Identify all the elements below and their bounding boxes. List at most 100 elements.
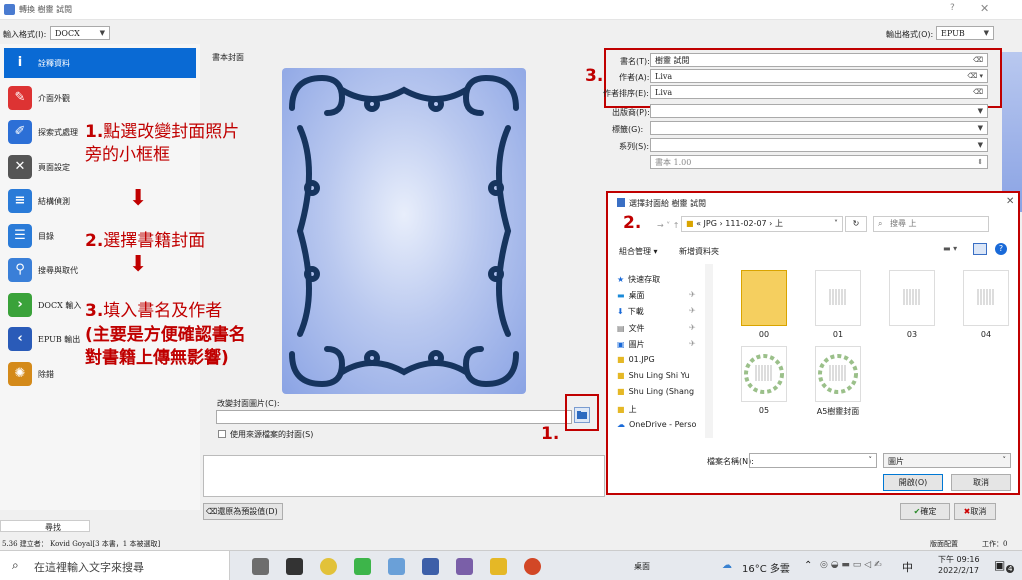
search-tab[interactable]: 尋找 xyxy=(0,520,90,532)
arrow-down-icon: ⬇ xyxy=(129,186,148,211)
marker-3: 3. xyxy=(585,66,604,86)
close-button[interactable]: ✕ xyxy=(980,2,989,15)
cover-path-input[interactable] xyxy=(216,410,572,424)
input-format-select[interactable]: DOCX ▼ xyxy=(50,26,110,40)
file-explorer-icon[interactable] xyxy=(490,558,507,575)
ime-indicator[interactable]: 中 xyxy=(902,559,913,575)
sidebar-item-4[interactable]: ≡ 結構偵測 xyxy=(4,186,196,216)
right-preview-strip xyxy=(1002,52,1022,212)
publisher-label: 出版商(P): xyxy=(612,108,650,117)
chevron-down-icon: ▼ xyxy=(977,141,983,149)
clear-icon[interactable]: ⌫ ▾ xyxy=(967,71,983,82)
window-title: 轉換 樹靈 試閱 xyxy=(19,5,73,14)
series-label: 系列(S): xyxy=(619,142,650,151)
chevron-right-icon: › xyxy=(8,292,32,317)
output-format-select[interactable]: EPUB ▼ xyxy=(936,26,994,40)
description-area[interactable] xyxy=(203,455,605,497)
sidebar-item-6[interactable]: ⚲ 搜尋與取代 xyxy=(4,255,196,285)
layout-button[interactable]: 版面配置 xyxy=(930,539,958,549)
task-view-icon[interactable] xyxy=(252,558,269,575)
book-number-value: 書本 1.00 xyxy=(655,158,692,167)
clear-icon[interactable]: ⌫ xyxy=(973,55,983,66)
annotation-step3-text: 填入書名及作者 xyxy=(103,301,223,321)
use-source-cover-label: 使用來源檔案的封面(S) xyxy=(230,430,314,439)
jobs-indicator[interactable]: 工作：0 xyxy=(982,539,1007,549)
notification-count: 4 xyxy=(1006,565,1015,573)
browse-cover-button[interactable] xyxy=(574,407,590,423)
status-text: 5.36 建立者： Kovid Goyal[3 本書，1 本被選取] xyxy=(2,540,161,548)
input-format-label: 輸入格式(I): xyxy=(3,30,47,39)
calibre-editor-icon[interactable] xyxy=(456,558,473,575)
author-sort-value: Liva xyxy=(655,88,673,97)
sidebar-item-label: 探索式處理 xyxy=(38,128,78,137)
app-icon xyxy=(4,4,15,15)
ok-label: 確定 xyxy=(920,507,937,516)
author-input[interactable]: Liva ⌫ ▾ xyxy=(650,69,988,83)
author-value: Liva xyxy=(655,72,673,81)
sidebar-item-label: 頁面設定 xyxy=(38,162,70,172)
chevron-left-icon: ‹ xyxy=(8,327,32,351)
terminal-icon[interactable] xyxy=(286,558,303,575)
tray-chevron-up-icon[interactable]: ⌃ xyxy=(804,560,812,571)
annotation-step2-number: 2. xyxy=(85,231,104,251)
sidebar-item-label: EPUB 輸出 xyxy=(38,335,81,344)
author-sort-input[interactable]: Liva ⌫ xyxy=(650,85,988,99)
weather-text[interactable]: 16°C 多雲 xyxy=(742,560,790,575)
title-input[interactable]: 樹靈 試閱 ⌫ xyxy=(650,53,988,67)
chrome-icon[interactable] xyxy=(320,558,337,575)
spinner-icon[interactable]: ⇕ xyxy=(977,157,983,168)
document-edit-icon: ✐ xyxy=(8,120,32,144)
annotation-step3: 3.填入書名及作者 xyxy=(85,300,222,322)
title-value: 樹靈 試閱 xyxy=(655,56,690,65)
annotation-step2-text: 選擇書籍封面 xyxy=(103,231,206,251)
series-input[interactable]: ▼ xyxy=(650,138,988,152)
folder-open-icon xyxy=(577,411,587,419)
cancel-label: 取消 xyxy=(970,507,987,516)
taskbar-search[interactable]: ⌕ 在這裡輸入文字來搜尋 xyxy=(0,551,230,580)
ok-button[interactable]: ✔確定 xyxy=(900,503,950,520)
clock-time[interactable]: 下午 09:16 xyxy=(938,554,980,565)
cover-image xyxy=(282,68,526,394)
title-label: 書名(T): xyxy=(620,57,650,66)
calibre-icon[interactable] xyxy=(422,558,439,575)
tray-icons[interactable]: ◎ ◒ ▬ ▭ ◁ ✍ xyxy=(820,560,881,570)
line-icon[interactable] xyxy=(354,558,371,575)
sidebar-item-1[interactable]: ✎ 介面外觀 xyxy=(4,83,196,113)
reset-icon: ⌫ xyxy=(206,507,218,516)
search-icon: ⌕ xyxy=(12,558,19,572)
magnifier-icon: ⚲ xyxy=(8,258,32,282)
desktop-toolbar[interactable]: 桌面 xyxy=(634,561,650,572)
powerpoint-icon[interactable] xyxy=(524,558,541,575)
sidebar: i 詮釋資料 ✎ 介面外觀 ✐ 探索式處理 ✕ 頁面設定 ≡ 結構偵測 ☰ 目錄 ⚲ 搜尋與取代 › DOCX… xyxy=(0,44,200,510)
notification-icon[interactable]: ▣ xyxy=(994,558,1005,572)
taskbar-search-placeholder: 在這裡輸入文字來搜尋 xyxy=(34,561,144,574)
output-format-label: 輸出格式(O): xyxy=(886,30,934,39)
change-cover-label: 改變封面圖片(C): xyxy=(217,399,280,408)
sidebar-item-label: 結構偵測 xyxy=(38,197,70,206)
annotation-step3-number: 3. xyxy=(85,301,104,321)
use-source-cover-checkbox[interactable] xyxy=(218,430,226,438)
chevron-down-icon: ▼ xyxy=(99,29,105,37)
ornament-frame-icon xyxy=(289,74,519,388)
reset-defaults-button[interactable]: ⌫還原為預設值(D) xyxy=(203,503,283,520)
publisher-input[interactable]: ▼ xyxy=(650,104,988,118)
book-number-spinner[interactable]: 書本 1.00 ⇕ xyxy=(650,155,988,169)
input-format-value: DOCX xyxy=(55,29,80,38)
dialog-highlight xyxy=(606,191,1020,495)
sidebar-item-0[interactable]: i 詮釋資料 xyxy=(4,48,196,78)
search-tab-label: 尋找 xyxy=(45,523,61,532)
cancel-button[interactable]: ✖取消 xyxy=(954,503,996,520)
clock-date[interactable]: 2022/2/17 xyxy=(938,566,979,575)
tags-input[interactable]: ▼ xyxy=(650,121,988,135)
tools-icon: ✕ xyxy=(8,154,32,179)
help-button[interactable]: ? xyxy=(950,3,955,13)
chevron-down-icon: ▼ xyxy=(983,29,989,37)
numbered-list-icon: ≡ xyxy=(8,189,32,213)
output-format-value: EPUB xyxy=(941,29,965,38)
marker-1: 1. xyxy=(541,424,560,444)
app-icon[interactable] xyxy=(388,558,405,575)
author-sort-label: 作者排序(E): xyxy=(603,89,649,98)
arrow-down-icon: ⬇ xyxy=(129,252,148,277)
clear-icon[interactable]: ⌫ xyxy=(973,87,983,98)
sidebar-item-label: 目錄 xyxy=(38,231,54,241)
